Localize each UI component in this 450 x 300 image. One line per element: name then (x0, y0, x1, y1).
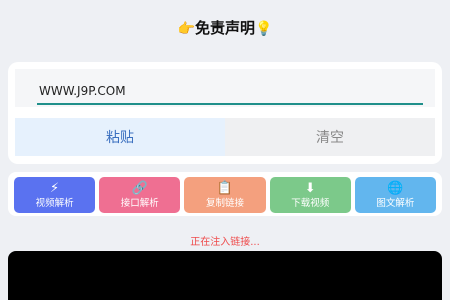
status-text: 正在注入链接... (190, 237, 260, 248)
disclaimer-title-text: 免责声明 (194, 19, 255, 37)
tool-label: 视频解析 (35, 197, 74, 209)
tool-label: 图文解析 (376, 197, 415, 209)
lightning-icon: ⚡ (50, 180, 60, 196)
action-buttons: 粘贴 清空 (15, 118, 435, 156)
clear-button[interactable]: 清空 (225, 118, 435, 156)
download-icon: ⬇ (304, 180, 316, 196)
image-text-parse-button[interactable]: 🌐 图文解析 (354, 177, 437, 213)
input-card: 粘贴 清空 (8, 62, 442, 164)
globe-icon: 🌐 (387, 180, 404, 196)
tool-label: 下载视频 (291, 197, 330, 209)
tool-bar: ⚡ 视频解析 🔗 接口解析 📋 复制链接 ⬇ 下载视频 🌐 图文解析 (8, 172, 442, 216)
page: 👉免责声明💡 粘贴 清空 ⚡ 视频解析 🔗 接口解析 📋 复制链接 ⬇ 下载视频… (0, 0, 450, 300)
link-icon: 🔗 (131, 180, 148, 196)
copy-link-button[interactable]: 📋 复制链接 (184, 177, 266, 213)
video-parse-button[interactable]: ⚡ 视频解析 (14, 177, 96, 213)
paste-button[interactable]: 粘贴 (15, 118, 225, 156)
video-player[interactable] (8, 251, 442, 300)
url-input-container (15, 69, 435, 107)
tool-label: 接口解析 (120, 197, 159, 209)
api-parse-button[interactable]: 🔗 接口解析 (99, 177, 181, 213)
lightbulb-icon: 💡 (255, 21, 273, 37)
pointing-hand-icon: 👉 (177, 21, 195, 37)
url-input[interactable] (37, 79, 423, 105)
download-video-button[interactable]: ⬇ 下载视频 (269, 177, 351, 213)
clipboard-icon: 📋 (216, 180, 234, 196)
disclaimer-title[interactable]: 👉免责声明💡 (0, 16, 450, 41)
tool-label: 复制链接 (206, 197, 245, 209)
